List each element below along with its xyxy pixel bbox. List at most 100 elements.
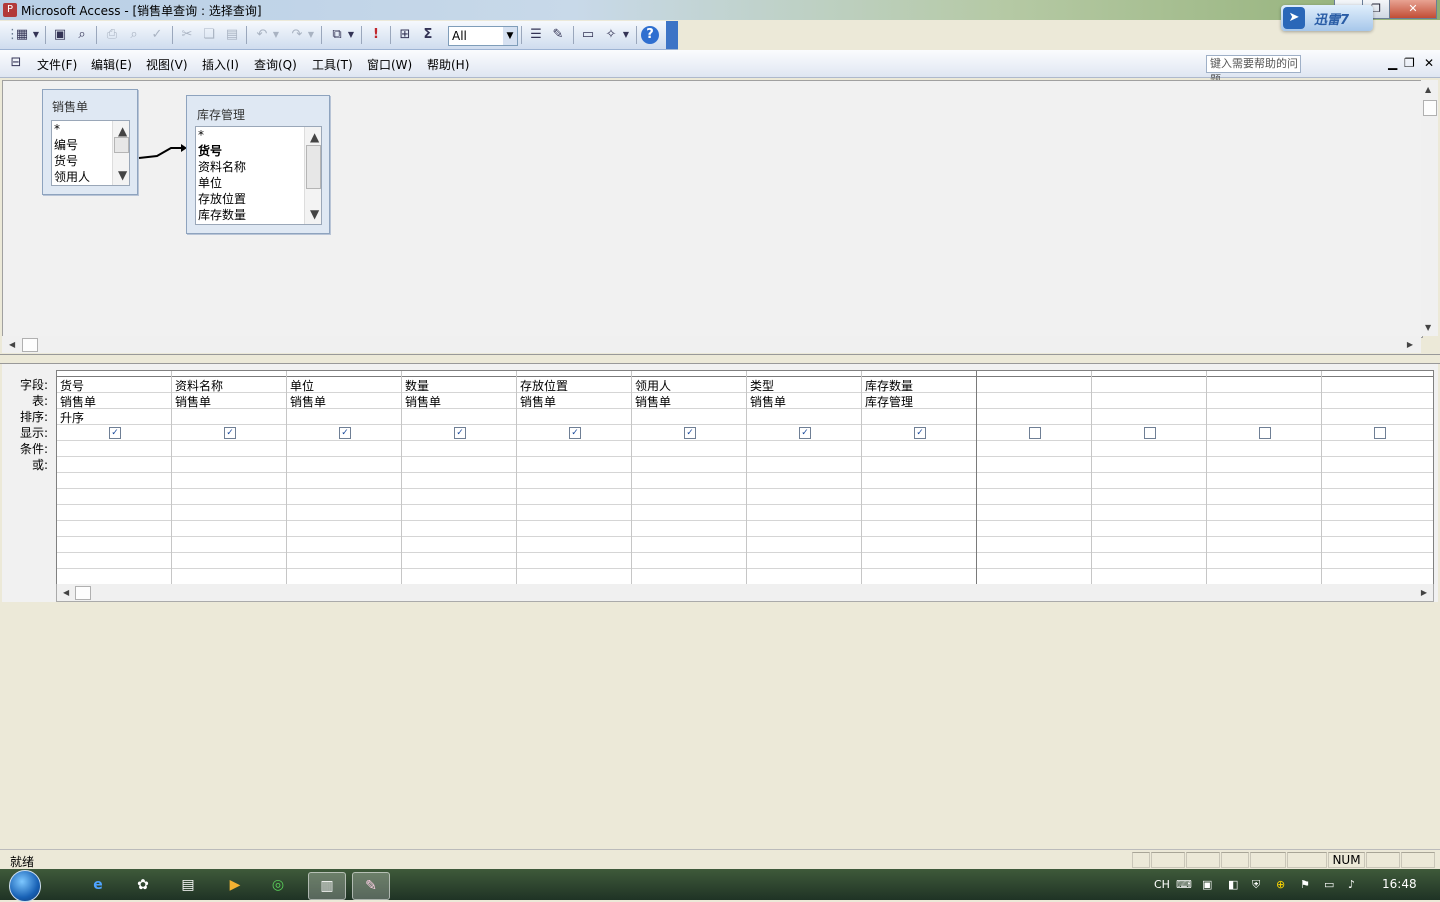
menu-window[interactable]: 窗口(W) (367, 56, 412, 73)
inventory-table-box[interactable]: 库存管理 * 货号 资料名称 单位 存放位置 库存数量 ▲ ▼ (186, 95, 330, 234)
diagram-vertical-scrollbar[interactable]: ▲ ▼ (1421, 80, 1438, 336)
show-checkbox[interactable]: ✓ (684, 427, 696, 439)
grid-cell-table[interactable]: 销售单 (517, 393, 556, 410)
scroll-down-icon[interactable]: ▼ (1425, 323, 1431, 332)
grid-cell-field[interactable]: 单位 (287, 377, 314, 394)
query-type-dropdown-icon[interactable]: ▼ (345, 25, 357, 45)
language-indicator[interactable]: CH (1154, 878, 1170, 891)
scroll-down-icon[interactable]: ▼ (116, 167, 127, 183)
field-list-item[interactable]: 存放位置 (196, 191, 321, 207)
clock[interactable]: 16:48 (1382, 877, 1417, 891)
grid-cell-field[interactable]: 存放位置 (517, 377, 568, 394)
mdi-minimize-button[interactable]: ▁ (1388, 56, 1397, 70)
network-icon[interactable]: ▭ (1324, 878, 1334, 891)
run-icon[interactable]: ! (366, 25, 386, 45)
ie-icon[interactable]: e (80, 872, 116, 898)
show-checkbox[interactable] (1144, 427, 1156, 439)
build-icon[interactable]: ✎ (548, 25, 568, 45)
grid-cell-field[interactable]: 类型 (747, 377, 774, 394)
grid-cell-field[interactable]: 数量 (402, 377, 429, 394)
query-type-icon[interactable]: ⧉ (327, 25, 347, 45)
flag-icon[interactable]: ⚑ (1300, 878, 1310, 891)
scroll-thumb[interactable] (306, 145, 321, 189)
menu-insert[interactable]: 插入(I) (202, 56, 239, 73)
sales-table-box[interactable]: 销售单 * 编号 货号 领用人 ▲ ▼ (42, 89, 138, 195)
redo-icon[interactable]: ↷ (287, 25, 307, 45)
volume-icon[interactable]: ♪ (1348, 878, 1355, 891)
menu-query[interactable]: 查询(Q) (254, 56, 297, 73)
undo-icon[interactable]: ↶ (252, 25, 272, 45)
spelling-icon[interactable]: ✓ (147, 25, 167, 45)
grid-column[interactable] (1207, 371, 1322, 585)
show-checkbox[interactable]: ✓ (569, 427, 581, 439)
field-list-item-primary-key[interactable]: 货号 (196, 143, 321, 159)
menu-file[interactable]: 文件(F) (37, 56, 77, 73)
show-checkbox[interactable] (1259, 427, 1271, 439)
scroll-up-icon[interactable]: ▲ (308, 129, 319, 145)
show-checkbox[interactable]: ✓ (799, 427, 811, 439)
menu-view[interactable]: 视图(V) (146, 56, 188, 73)
print-icon[interactable]: ⎙ (102, 25, 122, 45)
show-table-icon[interactable]: ⊞ (395, 25, 415, 45)
tray-app-icon[interactable]: ◧ (1228, 878, 1238, 891)
field-list-scrollbar[interactable]: ▲ ▼ (304, 127, 321, 224)
redo-dropdown-icon[interactable]: ▼ (305, 25, 317, 45)
grid-cell-table[interactable]: 销售单 (632, 393, 671, 410)
grid-cell-sort[interactable]: 升序 (57, 409, 84, 426)
close-button[interactable]: ✕ (1389, 0, 1437, 19)
xunlei-floating-widget[interactable]: ➤ 迅雷7 (1281, 5, 1373, 31)
top-values-combo[interactable]: All ▼ (448, 26, 518, 46)
field-list-item[interactable]: 单位 (196, 175, 321, 191)
scroll-down-icon[interactable]: ▼ (308, 206, 319, 222)
new-object-icon[interactable]: ✧ (601, 25, 621, 45)
chevron-down-icon[interactable]: ▼ (503, 27, 517, 45)
scroll-thumb[interactable] (75, 586, 91, 600)
menu-edit[interactable]: 编辑(E) (91, 56, 132, 73)
field-list-scrollbar[interactable]: ▲ ▼ (112, 121, 129, 185)
scroll-thumb[interactable] (114, 137, 129, 153)
print-preview-icon[interactable]: ⌕ (124, 25, 144, 45)
grid-column[interactable] (1092, 371, 1207, 585)
menu-help[interactable]: 帮助(H) (427, 56, 469, 73)
field-list-item[interactable]: 库存数量 (196, 207, 321, 223)
grid-cell-field[interactable]: 资料名称 (172, 377, 223, 394)
relationship-join-line[interactable] (137, 139, 189, 163)
media-player-icon[interactable]: ▶ (217, 872, 253, 898)
query-design-grid[interactable]: 货号 销售单 升序 ✓ 资料名称 销售单 ✓ 单位 销售单 ✓ 数量 销售单 ✓ 存放位置 销售单 ✓ 领用人销… (56, 370, 1434, 586)
explorer-icon[interactable]: ▤ (170, 872, 206, 898)
copy-icon[interactable]: ❏ (199, 25, 219, 45)
view-dropdown-icon[interactable]: ▼ (30, 25, 42, 45)
show-checkbox[interactable]: ✓ (109, 427, 121, 439)
show-checkbox[interactable]: ✓ (914, 427, 926, 439)
winrar-task-icon[interactable]: ▥ (308, 872, 346, 900)
tray-app-icon[interactable]: ▣ (1202, 878, 1212, 891)
sales-field-list[interactable]: * 编号 货号 领用人 ▲ ▼ (51, 120, 130, 186)
access-task-icon[interactable]: ✎ (352, 872, 390, 900)
grid-cell-field[interactable]: 货号 (57, 377, 84, 394)
scroll-thumb[interactable] (22, 338, 38, 352)
access-app-icon[interactable]: P (3, 3, 17, 17)
grid-cell-table[interactable]: 销售单 (172, 393, 211, 410)
mdi-close-button[interactable]: ✕ (1424, 56, 1434, 70)
inventory-field-list[interactable]: * 货号 资料名称 单位 存放位置 库存数量 ▲ ▼ (195, 126, 322, 225)
grid-cell-table[interactable]: 销售单 (402, 393, 441, 410)
show-checkbox[interactable]: ✓ (339, 427, 351, 439)
help-question-input[interactable]: 键入需要帮助的问题 (1206, 55, 1301, 86)
scroll-right-icon[interactable]: ▶ (1407, 340, 1413, 349)
paint-icon[interactable]: ✿ (125, 872, 161, 898)
grid-cell-table[interactable]: 销售单 (747, 393, 786, 410)
mdi-restore-button[interactable]: ❐ (1404, 56, 1415, 70)
show-checkbox[interactable]: ✓ (454, 427, 466, 439)
tray-plus-icon[interactable]: ⊕ (1276, 878, 1285, 891)
scroll-left-icon[interactable]: ◀ (63, 588, 69, 597)
show-checkbox[interactable] (1374, 427, 1386, 439)
query-document-icon[interactable]: ⊟ (6, 53, 26, 73)
help-icon[interactable]: ? (641, 26, 659, 44)
scroll-up-icon[interactable]: ▲ (1425, 85, 1431, 94)
pane-splitter[interactable] (0, 354, 1440, 364)
messenger-icon[interactable]: ◎ (260, 872, 296, 898)
grid-cell-table[interactable]: 销售单 (57, 393, 96, 410)
diagram-horizontal-scrollbar[interactable]: ◀ ▶ (2, 336, 1421, 353)
scroll-left-icon[interactable]: ◀ (9, 340, 15, 349)
grid-horizontal-scrollbar[interactable]: ◀ ▶ (56, 584, 1434, 602)
